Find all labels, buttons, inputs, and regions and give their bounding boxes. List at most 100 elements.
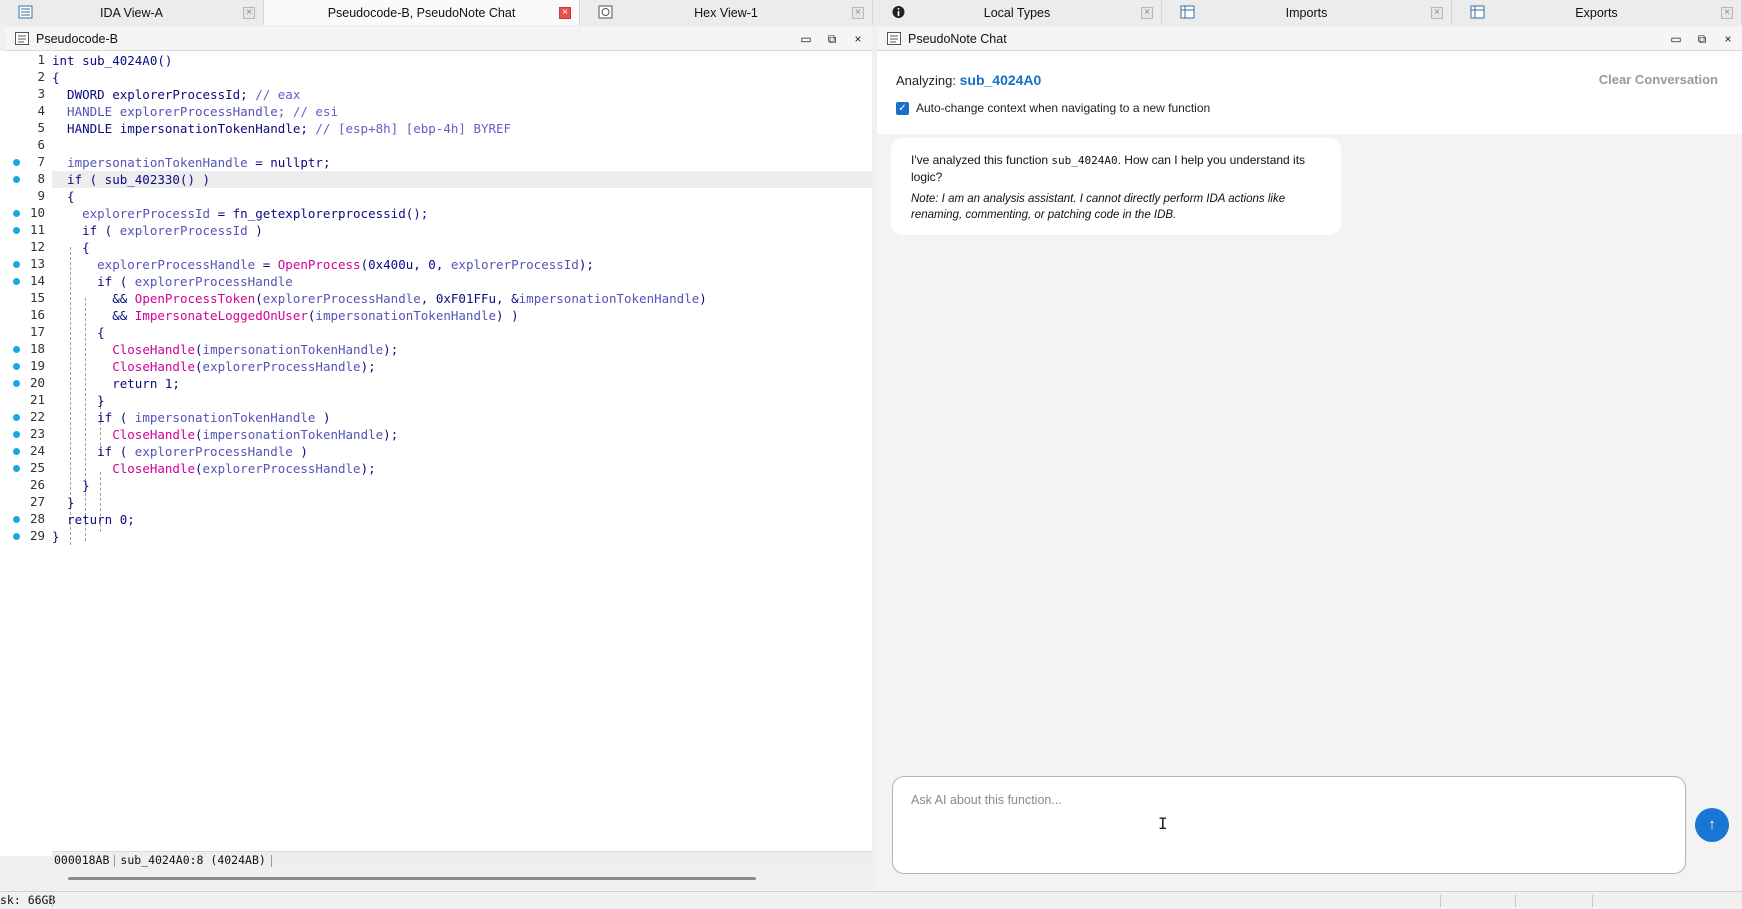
tab-pseudocode-b-pseudonote-chat[interactable]: Pseudocode-B, PseudoNote Chat ×	[264, 0, 580, 25]
code-line[interactable]: CloseHandle(impersonationTokenHandle);	[52, 341, 398, 358]
tab-imports[interactable]: Imports ×	[1162, 0, 1452, 25]
code-token: explorerProcessHandle	[202, 359, 361, 374]
code-line[interactable]: if ( explorerProcessHandle	[52, 273, 293, 290]
breakpoint-dot-icon[interactable]	[13, 363, 20, 370]
code-line[interactable]: if ( sub_402330() )	[52, 171, 872, 188]
close-icon[interactable]: ×	[1431, 7, 1443, 19]
close-icon[interactable]: ×	[559, 7, 571, 19]
close-icon[interactable]: ×	[243, 7, 255, 19]
tab-local-types[interactable]: Local Types ×	[873, 0, 1162, 25]
code-line[interactable]: }	[52, 494, 75, 511]
code-token: HANDLE explorerProcessHandle;	[52, 104, 293, 119]
code-line[interactable]: {	[52, 239, 90, 256]
pseudocode-view[interactable]: 1 2 3 4 5 6 7 8 9 10 11 12 13 14 15 16 17 18 19 20 21 22 23 24 2…	[0, 51, 872, 856]
code-area[interactable]: int sub_4024A0() { DWORD explorerProcessI…	[52, 51, 872, 856]
line-number: 28	[29, 511, 45, 526]
float-button[interactable]: ⧉	[824, 31, 840, 47]
breakpoint-dot-icon[interactable]	[13, 346, 20, 353]
breakpoint-dot-icon[interactable]	[13, 414, 20, 421]
code-line[interactable]: int sub_4024A0()	[52, 52, 172, 69]
code-token: &&	[52, 308, 135, 323]
code-token: impersonationTokenHandle	[202, 427, 384, 442]
breakpoint-dot-icon[interactable]	[13, 448, 20, 455]
code-line[interactable]: if ( impersonationTokenHandle )	[52, 409, 330, 426]
breakpoint-dot-icon[interactable]	[13, 176, 20, 183]
code-token: explorerProcessId	[119, 223, 248, 238]
code-token: OpenProcess	[277, 257, 361, 272]
code-line[interactable]: explorerProcessHandle = OpenProcess(0x40…	[52, 256, 594, 273]
status-bar: sk: 66GB	[0, 891, 1742, 909]
code-line[interactable]: {	[52, 69, 60, 86]
breakpoint-dot-icon[interactable]	[13, 516, 20, 523]
line-gutter[interactable]: 1 2 3 4 5 6 7 8 9 10 11 12 13 14 15 16 17 18 19 20 21 22 23 24 2…	[0, 51, 50, 856]
close-button[interactable]: ×	[1720, 31, 1736, 47]
message-body: I've analyzed this function sub_4024A0. …	[911, 152, 1321, 186]
breakpoint-dot-icon[interactable]	[13, 261, 20, 268]
code-line[interactable]: && OpenProcessToken(explorerProcessHandl…	[52, 290, 707, 307]
code-line[interactable]: }	[52, 392, 105, 409]
tab-ida-view-a[interactable]: IDA View-A ×	[0, 0, 264, 25]
line-number: 10	[29, 205, 45, 220]
code-token: explorerProcessId	[450, 257, 579, 272]
code-line[interactable]: }	[52, 528, 60, 545]
code-line[interactable]: if ( explorerProcessId )	[52, 222, 263, 239]
code-token: );	[383, 427, 399, 442]
tab-exports[interactable]: Exports ×	[1452, 0, 1742, 25]
code-token: if (	[52, 444, 135, 459]
code-line[interactable]: explorerProcessId = fn_getexplorerproces…	[52, 205, 428, 222]
line-number: 1	[37, 52, 45, 67]
code-line[interactable]: {	[52, 324, 105, 341]
chat-input-box[interactable]: I	[892, 776, 1686, 874]
message-prefix: I've analyzed this function	[911, 153, 1052, 167]
chat-input[interactable]	[911, 791, 1611, 809]
code-line[interactable]: && ImpersonateLoggedOnUser(impersonation…	[52, 307, 518, 324]
code-token: CloseHandle	[112, 461, 196, 476]
breakpoint-dot-icon[interactable]	[13, 533, 20, 540]
code-line[interactable]: impersonationTokenHandle = nullptr;	[52, 154, 330, 171]
line-number: 11	[29, 222, 45, 237]
pseudocode-panel-header: Pseudocode-B ▭ ⧉ ×	[5, 27, 872, 51]
code-line[interactable]: CloseHandle(explorerProcessHandle);	[52, 460, 375, 477]
line-number: 8	[37, 171, 45, 186]
code-line[interactable]: CloseHandle(explorerProcessHandle);	[52, 358, 375, 375]
breakpoint-dot-icon[interactable]	[13, 431, 20, 438]
code-line[interactable]: return 1;	[52, 375, 180, 392]
maximize-button[interactable]: ▭	[1668, 31, 1684, 47]
code-line[interactable]: HANDLE explorerProcessHandle; // esi	[52, 103, 338, 120]
breakpoint-dot-icon[interactable]	[13, 210, 20, 217]
close-button[interactable]: ×	[850, 31, 866, 47]
code-line[interactable]: CloseHandle(impersonationTokenHandle);	[52, 426, 398, 443]
code-line[interactable]: if ( explorerProcessHandle )	[52, 443, 308, 460]
close-icon[interactable]: ×	[1141, 7, 1153, 19]
code-token: impersonationTokenHandle	[315, 308, 497, 323]
breakpoint-dot-icon[interactable]	[13, 159, 20, 166]
code-line[interactable]: }	[52, 477, 90, 494]
maximize-button[interactable]: ▭	[798, 31, 814, 47]
close-icon[interactable]: ×	[1721, 7, 1733, 19]
code-token: CloseHandle	[112, 427, 196, 442]
code-line[interactable]: DWORD explorerProcessId; // eax	[52, 86, 300, 103]
horizontal-scrollbar[interactable]	[68, 877, 756, 880]
code-line[interactable]: HANDLE impersonationTokenHandle; // [esp…	[52, 120, 511, 137]
line-number: 12	[29, 239, 45, 254]
clear-conversation-button[interactable]: Clear Conversation	[1599, 72, 1718, 87]
breakpoint-dot-icon[interactable]	[13, 465, 20, 472]
send-button[interactable]: ↑	[1695, 808, 1729, 842]
panel-title: PseudoNote Chat	[908, 31, 1007, 46]
breakpoint-dot-icon[interactable]	[13, 278, 20, 285]
code-line[interactable]: {	[52, 188, 75, 205]
code-token: CloseHandle	[112, 359, 196, 374]
close-icon[interactable]: ×	[852, 7, 864, 19]
code-token: explorerProcessId	[82, 206, 211, 221]
auto-change-context-option[interactable]: ✓ Auto-change context when navigating to…	[896, 101, 1210, 115]
code-line[interactable]: return 0;	[52, 511, 135, 528]
tab-hex-view-1[interactable]: Hex View-1 ×	[580, 0, 873, 25]
breakpoint-dot-icon[interactable]	[13, 227, 20, 234]
line-number: 16	[29, 307, 45, 322]
float-button[interactable]: ⧉	[1694, 31, 1710, 47]
auto-change-checkbox[interactable]: ✓	[896, 101, 909, 115]
breakpoint-dot-icon[interactable]	[13, 380, 20, 387]
code-token: explorerProcessHandle	[262, 291, 421, 306]
